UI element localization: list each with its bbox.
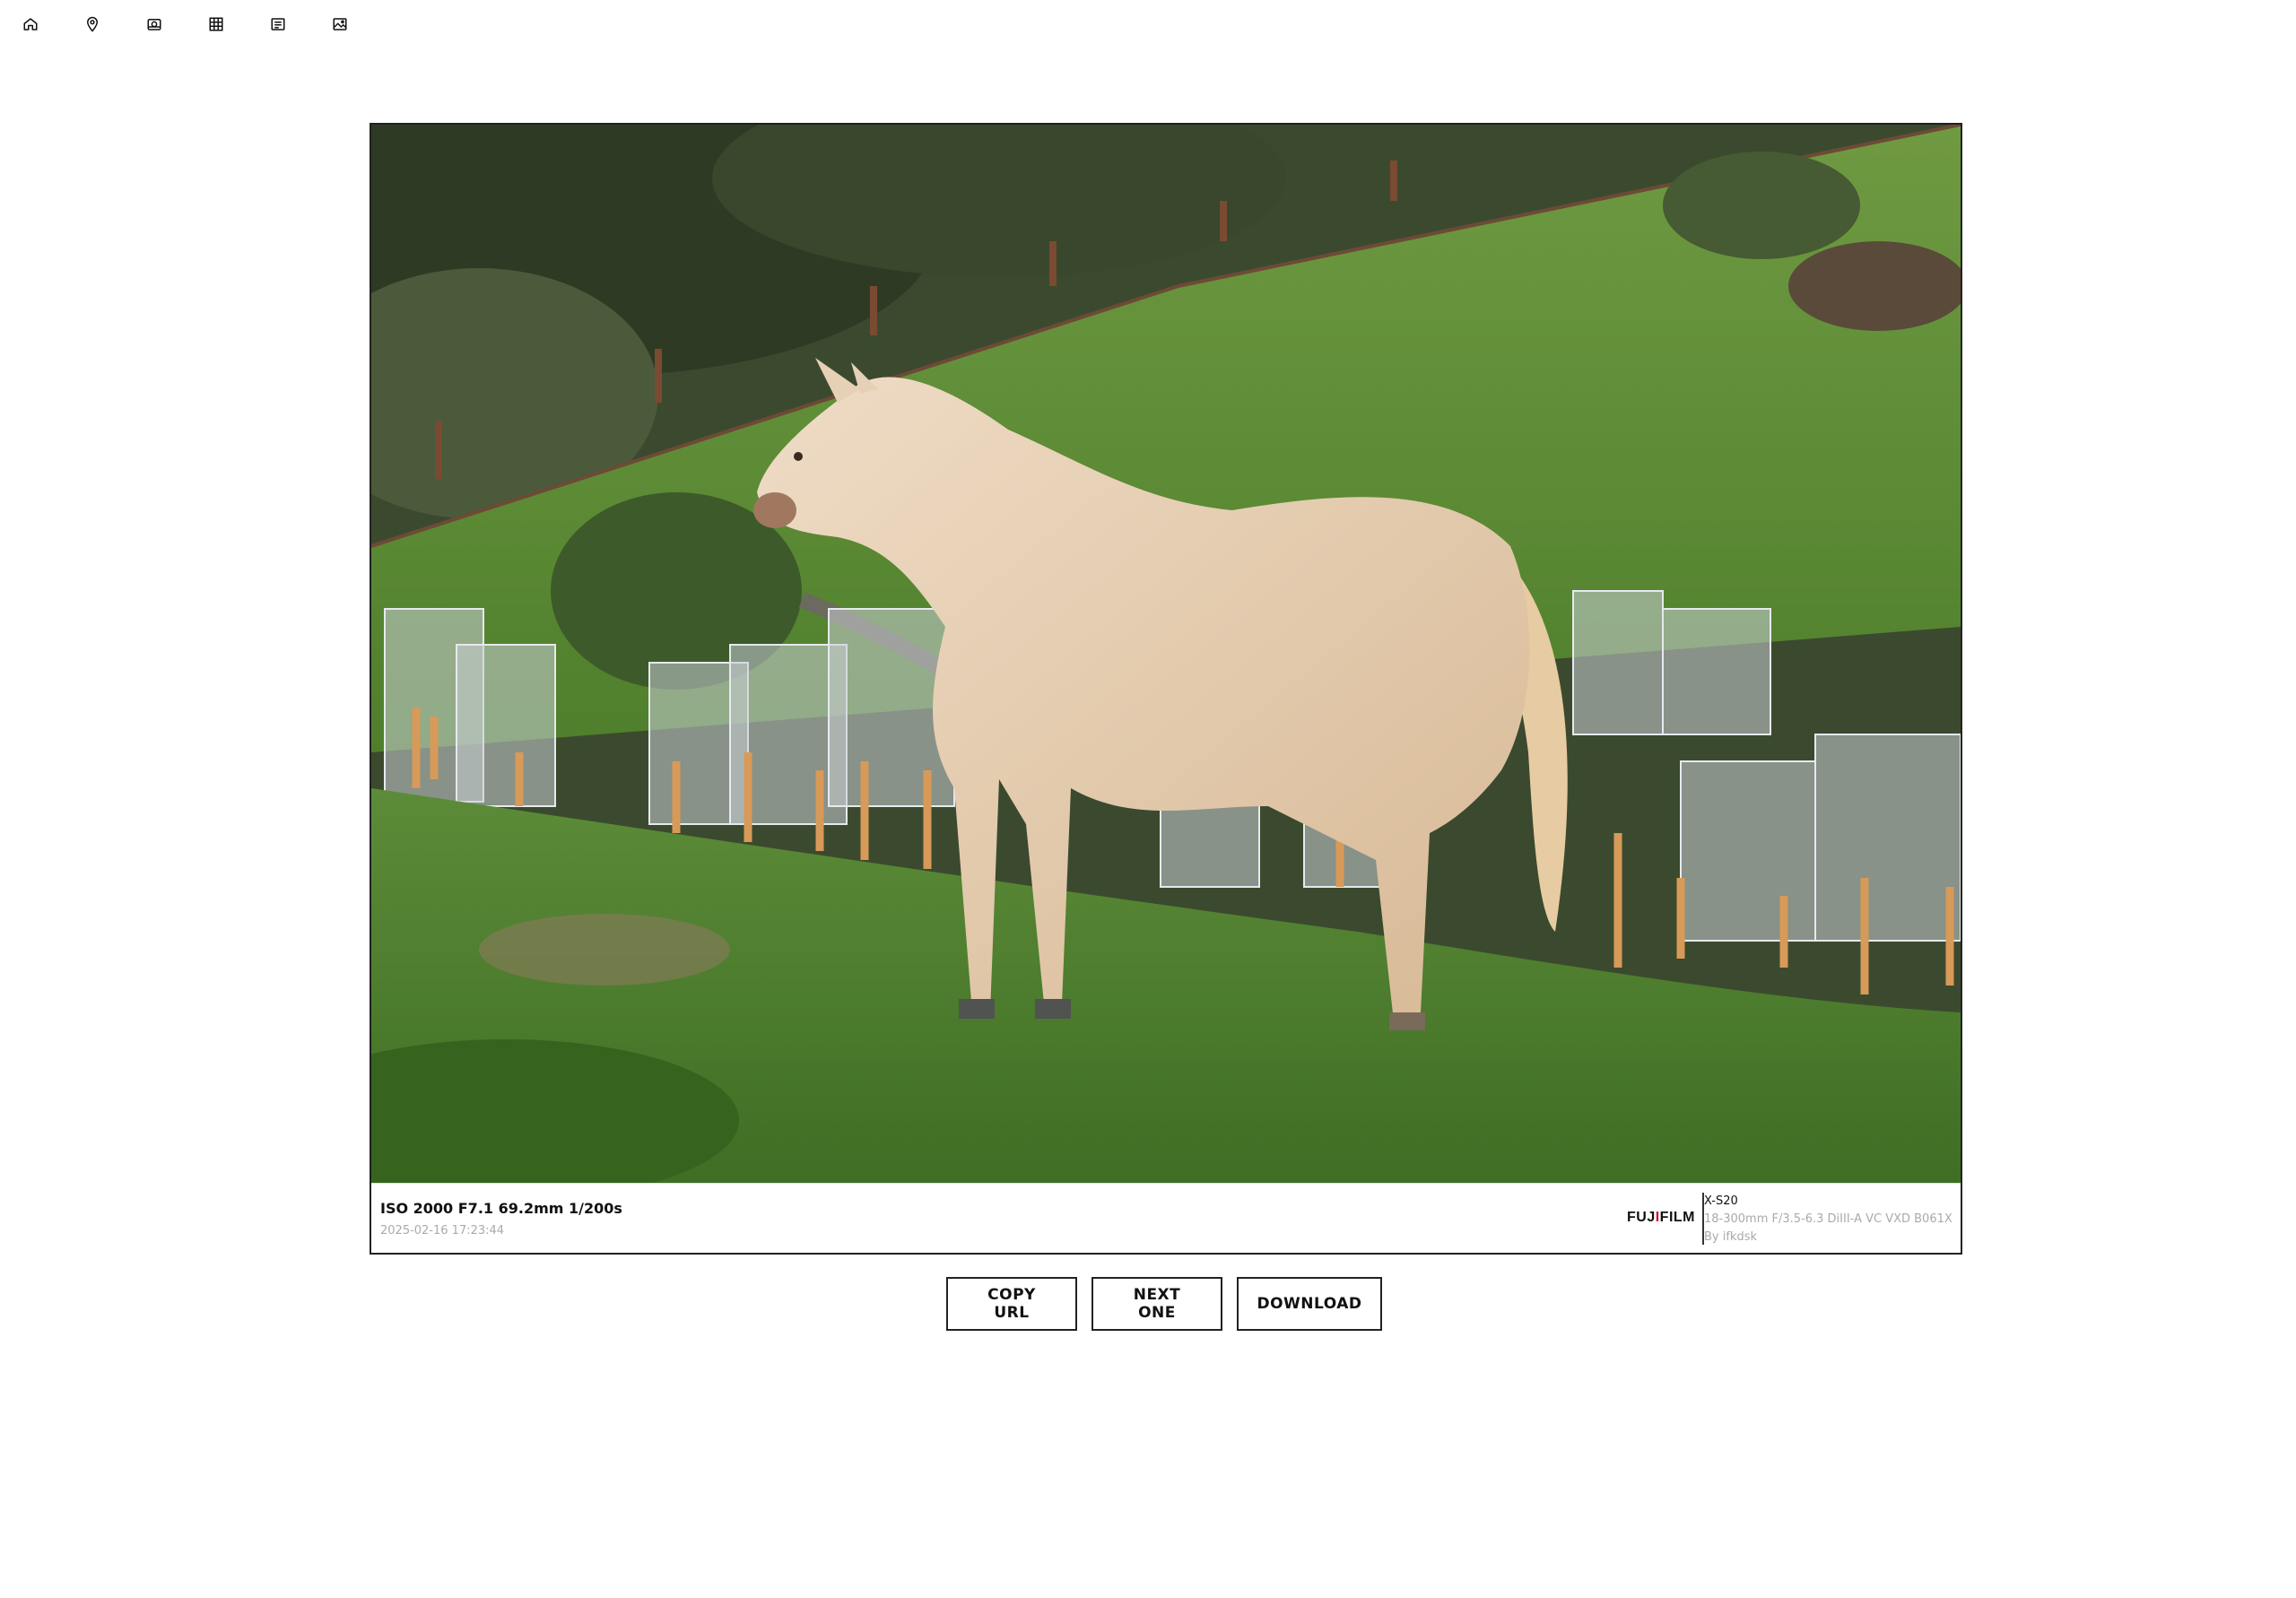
lens-info: 18-300mm F/3.5-6.3 DiIII-A VC VXD B061X (1704, 1212, 1952, 1226)
camera-brand-logo: FUJIFILM (1626, 1210, 1695, 1225)
exif-info: ISO 2000 F7.1 69.2mm 1/200s (380, 1200, 622, 1217)
photo-card: ISO 2000 F7.1 69.2mm 1/200s 2025-02-16 1… (370, 123, 1962, 1255)
photo-datetime: 2025-02-16 17:23:44 (380, 1224, 505, 1238)
camera-model: X-S20 (1704, 1194, 1738, 1208)
camera-info: X-S20 18-300mm F/3.5-6.3 DiIII-A VC VXD … (1704, 1193, 1952, 1246)
photo-image (371, 125, 1961, 1183)
image-icon[interactable] (328, 13, 352, 36)
photo-caption: ISO 2000 F7.1 69.2mm 1/200s 2025-02-16 1… (371, 1183, 1961, 1254)
horse-photo[interactable] (371, 125, 1961, 1183)
action-buttons: COPY URL NEXT ONE DOWNLOAD (946, 1277, 1382, 1331)
map-pin-icon[interactable] (81, 13, 104, 36)
grid-icon[interactable] (204, 13, 228, 36)
copy-url-button[interactable]: COPY URL (946, 1277, 1077, 1331)
download-button[interactable]: DOWNLOAD (1237, 1277, 1382, 1331)
next-one-button[interactable]: NEXT ONE (1091, 1277, 1222, 1331)
list-icon[interactable] (266, 13, 290, 36)
home-icon[interactable] (19, 13, 42, 36)
camera-icon[interactable] (143, 13, 166, 36)
photo-author: By ifkdsk (1704, 1230, 1758, 1244)
